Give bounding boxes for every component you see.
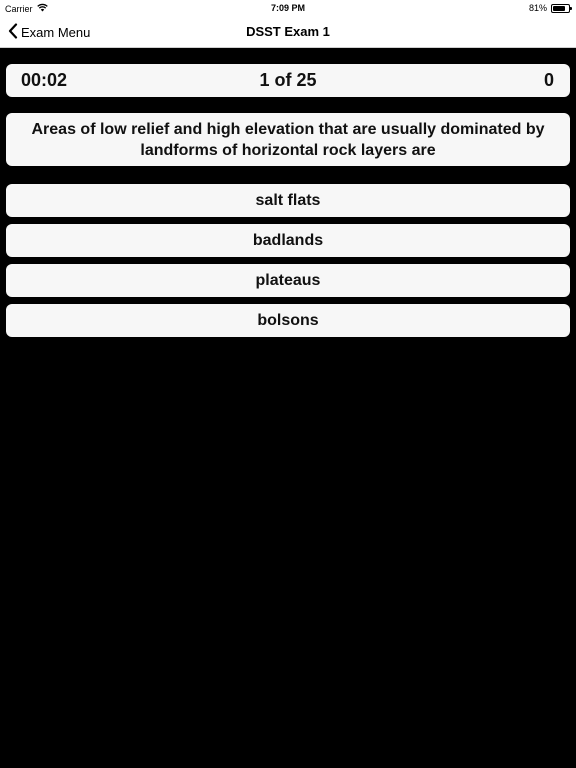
answer-button[interactable]: plateaus [6, 264, 570, 297]
navigation-bar: Exam Menu DSST Exam 1 [0, 16, 576, 48]
exam-status-bar: 00:02 1 of 25 0 [6, 64, 570, 97]
back-button-label: Exam Menu [21, 25, 91, 40]
status-right: 81% [528, 3, 572, 13]
battery-icon [551, 3, 572, 13]
question-progress: 1 of 25 [259, 70, 317, 90]
status-time: 7:09 PM [270, 3, 305, 13]
answer-button[interactable]: bolsons [6, 304, 570, 337]
chevron-left-icon [8, 23, 18, 42]
answer-list: salt flats badlands plateaus bolsons [6, 184, 570, 344]
answer-button[interactable]: salt flats [6, 184, 570, 217]
answer-button[interactable]: badlands [6, 224, 570, 257]
question-text: Areas of low relief and high elevation t… [6, 113, 570, 166]
battery-fill [553, 5, 566, 11]
battery-percent: 81% [528, 3, 547, 13]
score: 0 [543, 70, 554, 90]
status-bar: Carrier 7:09 PM 81% [0, 0, 576, 16]
back-button[interactable]: Exam Menu [8, 23, 90, 42]
